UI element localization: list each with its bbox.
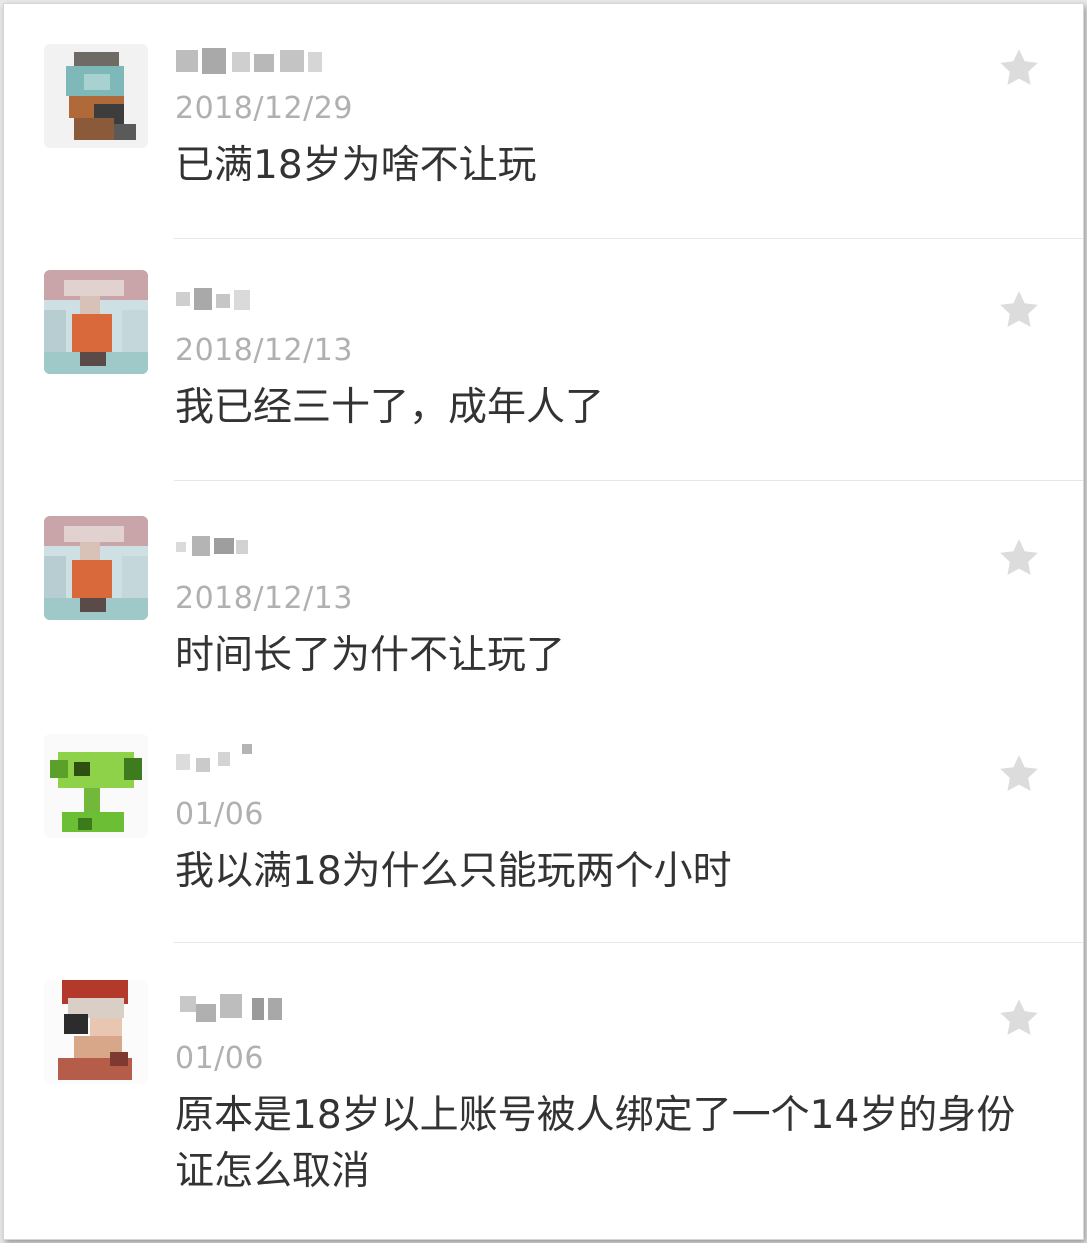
comment-date: 2018/12/13 [175, 333, 353, 368]
comment-item: 01/06 原本是18岁以上账号被人绑定了一个14岁的身份证怎么取消 [4, 944, 1083, 1239]
comment-date: 01/06 [175, 1041, 264, 1076]
star-icon[interactable] [997, 752, 1041, 796]
user-avatar[interactable] [44, 516, 148, 620]
username-blurred[interactable] [174, 282, 344, 322]
star-icon[interactable] [997, 996, 1041, 1040]
username-blurred[interactable] [174, 744, 344, 784]
divider [174, 942, 1083, 943]
star-icon[interactable] [997, 46, 1041, 90]
user-avatar[interactable] [44, 44, 148, 148]
user-avatar[interactable] [44, 270, 148, 374]
comment-item: 01/06 我以满18为什么只能玩两个小时 [4, 722, 1083, 944]
user-avatar[interactable] [44, 734, 148, 838]
username-blurred[interactable] [174, 990, 344, 1030]
comment-item: 2018/12/29 已满18岁为啥不让玩 [4, 4, 1083, 242]
username-blurred[interactable] [174, 528, 344, 568]
user-avatar[interactable] [44, 980, 148, 1084]
comment-item: 2018/12/13 时间长了为什不让玩了 [4, 482, 1083, 700]
username-blurred[interactable] [174, 44, 344, 84]
comment-date: 2018/12/29 [175, 91, 353, 126]
comment-text: 时间长了为什不让玩了 [175, 633, 566, 678]
comment-text: 已满18岁为啥不让玩 [175, 143, 537, 188]
divider [174, 238, 1083, 239]
comment-text: 我以满18为什么只能玩两个小时 [175, 849, 732, 894]
star-icon[interactable] [997, 536, 1041, 580]
comment-text: 原本是18岁以上账号被人绑定了一个14岁的身份证怎么取消 [175, 1093, 1016, 1194]
comment-item: 2018/12/13 我已经三十了，成年人了 [4, 242, 1083, 482]
divider [174, 480, 1083, 481]
comment-date: 2018/12/13 [175, 581, 353, 616]
comment-date: 01/06 [175, 797, 264, 832]
star-icon[interactable] [997, 288, 1041, 332]
comment-list: 2018/12/29 已满18岁为啥不让玩 2018/12/13 我已经三十了，… [3, 3, 1084, 1240]
comment-text: 我已经三十了，成年人了 [175, 385, 605, 430]
